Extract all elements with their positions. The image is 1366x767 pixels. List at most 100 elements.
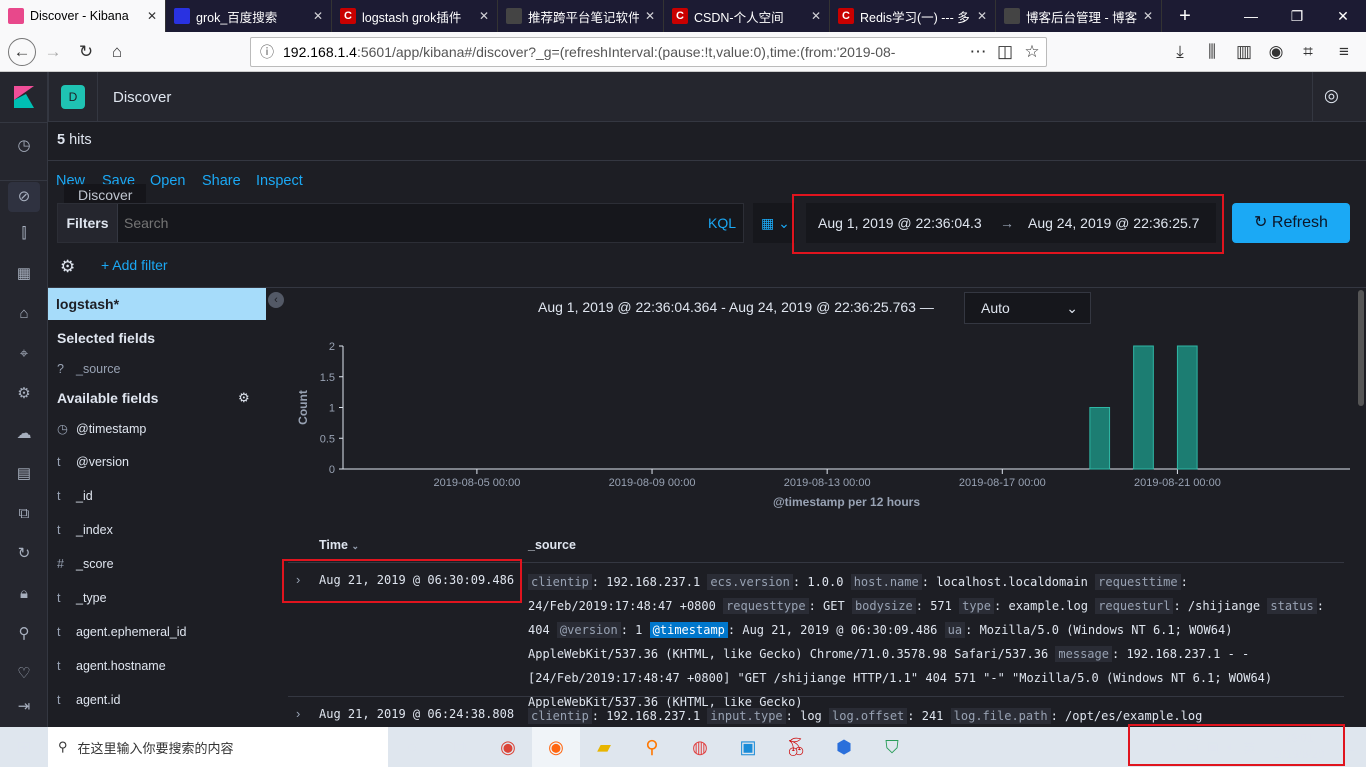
devtools-icon[interactable]: ⚲ xyxy=(12,622,36,646)
more-icon[interactable]: ⋯ xyxy=(966,40,990,64)
sidebar-icon[interactable]: ▥ xyxy=(1232,40,1256,64)
account-icon[interactable]: ◉ xyxy=(1264,40,1288,64)
column-time[interactable]: Time ⌄ xyxy=(319,538,359,552)
app-box-icon[interactable]: ▣ xyxy=(724,727,772,767)
discover-compass-icon[interactable]: ⊘ xyxy=(8,182,40,212)
app-swirl-icon[interactable]: ◍ xyxy=(676,727,724,767)
baidu-icon xyxy=(174,8,190,24)
collapse-nav-icon[interactable]: ⇥ xyxy=(12,695,36,719)
pocket-icon[interactable]: ◫ xyxy=(993,40,1017,64)
add-filter-link[interactable]: + Add filter xyxy=(101,257,168,273)
browser-tab[interactable]: Clogstash grok插件 ✕ xyxy=(332,0,498,32)
close-tab-icon[interactable]: ✕ xyxy=(977,9,987,23)
dashboard-icon[interactable]: ▦ xyxy=(12,262,36,286)
field-value: example.log xyxy=(1008,599,1088,613)
close-tab-icon[interactable]: ✕ xyxy=(645,9,655,23)
uptime-icon[interactable]: ↻ xyxy=(12,542,36,566)
field-item[interactable]: t agent.id xyxy=(57,693,120,707)
field-source[interactable]: ? _source xyxy=(57,362,120,376)
close-tab-icon[interactable]: ✕ xyxy=(811,9,821,23)
field-item[interactable]: t agent.hostname xyxy=(57,659,166,673)
help-icon[interactable]: ◎ xyxy=(1324,86,1339,106)
histogram-bar[interactable] xyxy=(1176,345,1198,470)
filter-settings-gear-icon[interactable]: ⚙ xyxy=(60,257,75,277)
close-tab-icon[interactable]: ✕ xyxy=(147,9,157,23)
cortana-icon[interactable]: ○ xyxy=(388,727,436,767)
menu-open[interactable]: Open xyxy=(150,173,185,189)
field-type-icon: t xyxy=(57,625,61,639)
field-item[interactable]: t _id xyxy=(57,489,93,503)
forward-button[interactable]: → xyxy=(41,40,65,64)
menu-share[interactable]: Share xyxy=(202,173,241,189)
expand-row-icon[interactable]: › xyxy=(296,706,300,721)
menu-inspect[interactable]: Inspect xyxy=(256,173,303,189)
index-pattern-selector[interactable]: logstash* xyxy=(48,288,266,320)
field-item[interactable]: t _index xyxy=(57,523,113,537)
ml-icon[interactable]: ⚙ xyxy=(12,382,36,406)
bookmark-star-icon[interactable]: ☆ xyxy=(1020,40,1044,64)
field-item[interactable]: t _type xyxy=(57,591,107,605)
back-button[interactable]: ← xyxy=(8,38,36,66)
browser-tab[interactable]: C Redis学习(一) --- 多 ✕ xyxy=(830,0,996,32)
logs-icon[interactable]: ▤ xyxy=(12,462,36,486)
library-icon[interactable]: ⫼ xyxy=(1200,40,1224,64)
close-tab-icon[interactable]: ✕ xyxy=(479,9,489,23)
browser-tab[interactable]: 推荐跨平台笔记软件 ✕ xyxy=(498,0,664,32)
refresh-button[interactable]: ↻ Refresh xyxy=(1232,203,1350,243)
browser-tab[interactable]: Discover - Kibana ✕ xyxy=(0,0,166,32)
collapse-sidebar-icon[interactable]: ‹ xyxy=(268,292,284,308)
file-explorer-icon[interactable]: ▰ xyxy=(580,727,628,767)
taskbar-search[interactable]: ⚲ 在这里输入你要搜索的内容 xyxy=(48,727,388,767)
new-tab-icon[interactable]: + xyxy=(1162,0,1208,32)
interval-select[interactable]: Auto ⌄ xyxy=(964,292,1091,324)
close-tab-icon[interactable]: ✕ xyxy=(1143,9,1153,23)
apm-icon[interactable]: ⧉ xyxy=(12,502,36,526)
reload-button[interactable]: ↻ xyxy=(74,40,98,64)
windows-start-icon[interactable]: ⊞ xyxy=(0,727,48,767)
firefox-icon[interactable]: ◉ xyxy=(532,727,580,767)
download-icon[interactable]: ⤓ xyxy=(1168,40,1192,64)
field-item[interactable]: t agent.ephemeral_id xyxy=(57,625,187,639)
restore-icon[interactable]: ❐ xyxy=(1274,0,1320,32)
field-key: log.offset xyxy=(829,708,908,724)
url-bar[interactable]: ⓘ 192.168.1.4:5601/app/kibana#/discover?_… xyxy=(250,37,1047,67)
scrollbar[interactable] xyxy=(1358,290,1364,406)
histogram-bar[interactable] xyxy=(1089,407,1111,470)
infrastructure-icon[interactable]: ☁ xyxy=(12,422,36,446)
cherry-icon[interactable]: 🍒︎ xyxy=(772,727,820,767)
browser-tab[interactable]: grok_百度搜索 ✕ xyxy=(166,0,332,32)
kql-toggle[interactable]: KQL xyxy=(708,215,736,231)
field-item[interactable]: ◷ @timestamp xyxy=(57,421,146,436)
search-input[interactable] xyxy=(124,210,684,236)
kibana-logo[interactable] xyxy=(14,86,34,108)
siem-lock-icon[interactable]: 🔒︎ xyxy=(12,582,36,606)
field-value: Mozilla/5.0 (Windows NT 6.1; WOW64) Appl… xyxy=(528,623,1233,661)
filters-button[interactable]: Filters xyxy=(58,204,118,242)
histogram-bar[interactable] xyxy=(1133,345,1154,470)
field-item[interactable]: t @version xyxy=(57,455,129,469)
close-tab-icon[interactable]: ✕ xyxy=(313,9,323,23)
shield-icon[interactable]: ⛉ xyxy=(868,727,916,767)
task-view-icon[interactable]: ⧉ xyxy=(436,727,484,767)
screenshot-icon[interactable]: ⌗ xyxy=(1296,40,1320,64)
app-badge[interactable]: D xyxy=(61,85,85,109)
field-name: _id xyxy=(76,489,93,503)
doc-time: Aug 21, 2019 @ 06:24:38.808 xyxy=(319,707,515,721)
home-button[interactable]: ⌂ xyxy=(105,40,129,64)
minimize-icon[interactable]: — xyxy=(1228,0,1274,32)
chrome-icon[interactable]: ◉ xyxy=(484,727,532,767)
wps-icon[interactable]: ⬢ xyxy=(820,727,868,767)
fields-settings-gear-icon[interactable]: ⚙ xyxy=(238,390,250,406)
monitoring-icon[interactable]: ♡ xyxy=(12,662,36,686)
visualize-icon[interactable]: ⫿ xyxy=(12,222,36,246)
field-item[interactable]: # _score xyxy=(57,557,114,571)
close-window-icon[interactable]: ✕ xyxy=(1320,0,1366,32)
date-picker-calendar-icon[interactable]: ▦ ⌄ xyxy=(753,203,795,243)
browser-tab[interactable]: 博客后台管理 - 博客 ✕ xyxy=(996,0,1162,32)
canvas-icon[interactable]: ⌂ xyxy=(12,302,36,326)
recent-clock-icon[interactable]: ◷ xyxy=(12,134,36,158)
maps-icon[interactable]: ⌖ xyxy=(12,342,36,366)
search-tool-icon[interactable]: ⚲ xyxy=(628,727,676,767)
menu-icon[interactable]: ≡ xyxy=(1332,40,1356,64)
browser-tab[interactable]: C CSDN-个人空间 ✕ xyxy=(664,0,830,32)
